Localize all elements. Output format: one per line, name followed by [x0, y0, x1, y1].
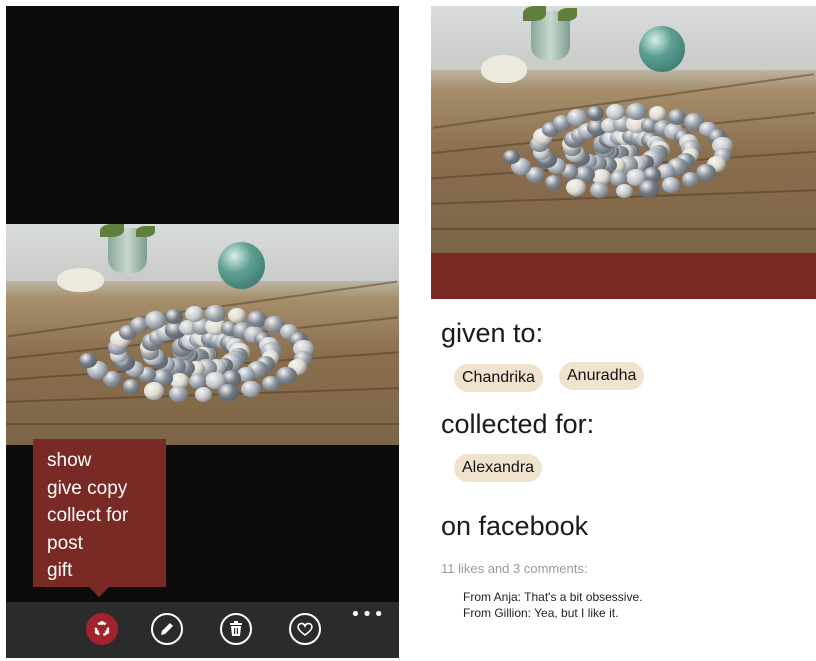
- person-chip-chandrika[interactable]: Chandrika: [454, 364, 543, 392]
- photo-glass-orb: [218, 241, 266, 289]
- favorite-button[interactable]: [289, 613, 321, 645]
- context-menu: show give copy collect for post gift: [33, 439, 166, 597]
- photo-stone: [228, 307, 246, 323]
- facebook-heading: on facebook: [441, 511, 589, 541]
- photo-stone: [217, 383, 239, 402]
- heart-icon: [297, 622, 313, 636]
- app-bar: •••: [6, 602, 399, 658]
- collected-for-heading: collected for:: [441, 409, 595, 439]
- photo-stone: [565, 178, 586, 196]
- edit-icon: [161, 623, 173, 635]
- photo-stone: [79, 352, 98, 368]
- edit-button[interactable]: [151, 613, 183, 645]
- facebook-comment: From Gillion: Yea, but I like it.: [463, 606, 619, 620]
- menu-item-show[interactable]: show: [47, 447, 166, 475]
- photo-stone: [143, 382, 165, 400]
- left-phone-screen: show give copy collect for post gift •••: [6, 6, 399, 658]
- photo-stone: [545, 175, 563, 190]
- photo-glass-orb: [638, 25, 686, 72]
- delete-button[interactable]: [220, 613, 252, 645]
- given-to-heading: given to:: [441, 318, 544, 348]
- photo-stone: [122, 378, 141, 394]
- accent-band: [431, 253, 816, 299]
- photo-stone: [661, 177, 681, 194]
- photo-stone: [681, 172, 700, 188]
- photo-stone: [241, 380, 261, 398]
- stone-spiral-photo[interactable]: [6, 224, 399, 445]
- photo-stone: [144, 310, 166, 329]
- facebook-comment: From Anja: That's a bit obsessive.: [463, 590, 643, 604]
- photo-stone: [586, 106, 604, 122]
- photo-table-board: [6, 422, 399, 425]
- photo-stone: [205, 304, 227, 323]
- share-button[interactable]: [86, 613, 118, 645]
- menu-item-post[interactable]: post: [47, 530, 166, 558]
- facebook-stats: 11 likes and 3 comments:: [441, 561, 588, 576]
- photo-stone: [626, 102, 647, 120]
- photo-stone: [168, 385, 188, 403]
- person-chip-anuradha[interactable]: Anuradha: [559, 362, 645, 390]
- photo-shell: [57, 268, 105, 293]
- more-options-button[interactable]: •••: [350, 604, 385, 625]
- photo-table-board: [431, 228, 816, 231]
- screen-divider: [400, 6, 431, 661]
- share-icon: [94, 621, 110, 637]
- photo-stone: [648, 105, 667, 121]
- photo-shell: [481, 55, 528, 83]
- photo-leaf: [558, 8, 578, 21]
- photo-stone: [194, 387, 213, 403]
- photo-stone: [606, 103, 625, 120]
- photo-stone: [261, 375, 280, 391]
- person-chip-alexandra[interactable]: Alexandra: [454, 454, 543, 482]
- delete-icon: [230, 621, 242, 636]
- menu-item-gift[interactable]: gift: [47, 557, 166, 585]
- right-phone-screen: given to: Chandrika Anuradha collected f…: [431, 6, 816, 661]
- stone-spiral-photo[interactable]: [431, 6, 816, 253]
- photo-stone: [164, 308, 183, 324]
- menu-item-give-copy[interactable]: give copy: [47, 475, 166, 503]
- photo-stone: [184, 305, 204, 322]
- photo-stone: [638, 180, 659, 198]
- menu-item-collect-for[interactable]: collect for: [47, 502, 166, 530]
